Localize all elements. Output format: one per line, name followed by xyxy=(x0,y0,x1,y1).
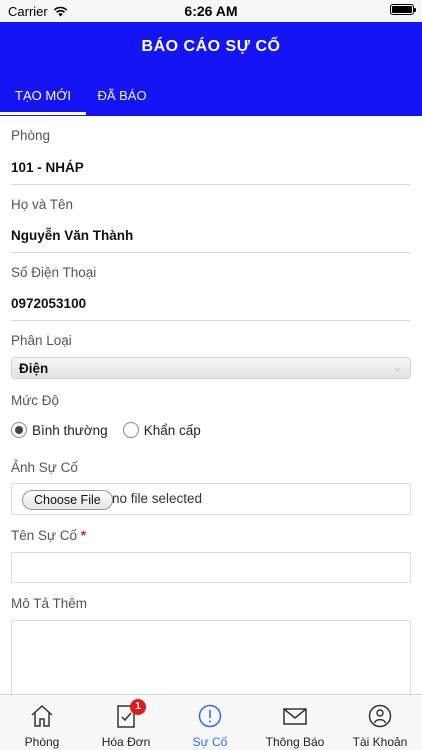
status-bar: Carrier 6:26 AM xyxy=(0,0,422,22)
notification-badge: 1 xyxy=(130,699,146,715)
app-header: BÁO CÁO SỰ CỐ TẠO MỚI ĐÃ BÁO xyxy=(0,22,422,116)
nav-item-invoice[interactable]: 1 Hóa Đơn xyxy=(84,695,168,750)
name-value: Nguyễn Văn Thành xyxy=(11,228,134,243)
nav-label-account: Tài Khoản xyxy=(352,735,408,749)
description-textarea[interactable] xyxy=(11,620,411,694)
alert-circle-icon xyxy=(198,704,222,728)
category-label: Phân Loại xyxy=(11,333,72,348)
severity-label: Mức Độ xyxy=(11,393,60,408)
tab-reported[interactable]: ĐÃ BÁO xyxy=(86,74,158,116)
incident-form: Phòng 101 - NHÁP Họ và Tên Nguyễn Văn Th… xyxy=(0,116,422,694)
status-time: 6:26 AM xyxy=(184,3,238,19)
tab-bar: TẠO MỚI ĐÃ BÁO xyxy=(0,74,422,116)
room-value: 101 - NHÁP xyxy=(11,160,84,175)
phone-value: 0972053100 xyxy=(11,296,87,311)
category-select[interactable]: Điện ⌄ xyxy=(11,357,411,379)
incident-title-input[interactable] xyxy=(11,552,411,583)
nav-label-invoice: Hóa Đơn xyxy=(101,735,151,749)
nav-label-room: Phòng xyxy=(24,735,60,749)
battery-icon xyxy=(390,4,416,15)
category-selected-value: Điện xyxy=(19,361,49,376)
photo-file-input: Choose File no file selected xyxy=(11,483,411,515)
bottom-nav: Phòng 1 Hóa Đơn Sự Cố Thông Báo Tài Khoả… xyxy=(0,694,422,750)
tab-new-report[interactable]: TẠO MỚI xyxy=(0,74,86,116)
severity-normal-label: Bình thường xyxy=(32,422,108,438)
user-icon xyxy=(368,704,392,728)
description-label: Mô Tả Thêm xyxy=(11,596,88,611)
page-title: BÁO CÁO SỰ CỐ xyxy=(141,38,281,55)
divider xyxy=(11,184,411,185)
status-right xyxy=(390,4,416,15)
phone-label: Số Điện Thoại xyxy=(11,265,97,280)
incident-title-label: Tên Sự Cố * xyxy=(11,528,86,543)
mail-icon xyxy=(283,708,307,725)
choose-file-button[interactable]: Choose File xyxy=(22,490,113,510)
incident-title-label-text: Tên Sự Cố xyxy=(11,528,78,543)
nav-item-incident[interactable]: Sự Cố xyxy=(168,695,252,750)
room-label: Phòng xyxy=(11,128,51,143)
divider xyxy=(11,252,411,253)
name-label: Họ và Tên xyxy=(11,197,74,212)
chevron-down-icon: ⌄ xyxy=(392,362,402,374)
photo-label: Ảnh Sự Cố xyxy=(11,460,78,475)
nav-label-incident: Sự Cố xyxy=(192,735,228,749)
nav-label-notifications: Thông Báo xyxy=(265,735,325,749)
nav-item-account[interactable]: Tài Khoản xyxy=(338,695,422,750)
divider xyxy=(11,320,411,321)
severity-option-normal[interactable]: Bình thường xyxy=(11,422,108,438)
radio-urgent[interactable] xyxy=(122,422,139,438)
home-icon xyxy=(31,704,53,727)
required-mark: * xyxy=(80,528,87,543)
radio-normal[interactable] xyxy=(11,422,27,438)
severity-urgent-label: Khẩn cấp xyxy=(143,422,201,438)
nav-item-notifications[interactable]: Thông Báo xyxy=(253,695,337,750)
severity-radio-group: Bình thường Khẩn cấp xyxy=(11,422,216,438)
nav-item-room[interactable]: Phòng xyxy=(0,695,84,750)
active-tab-indicator xyxy=(0,112,86,115)
severity-option-urgent[interactable]: Khẩn cấp xyxy=(122,422,201,438)
file-status-text: no file selected xyxy=(112,491,203,506)
